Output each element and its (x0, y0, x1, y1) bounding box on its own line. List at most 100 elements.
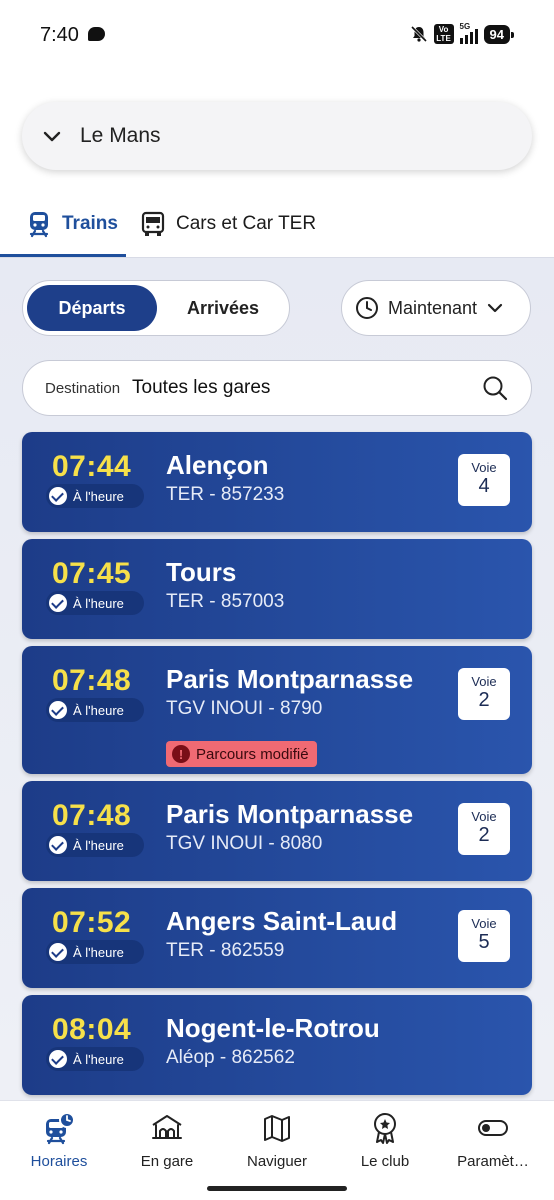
badge-icon (374, 1113, 396, 1144)
status-bar: 7:40 Vo LTE 5G 94 (0, 0, 554, 70)
destination-name: Angers Saint-Laud (166, 906, 398, 936)
tab-cars[interactable]: Cars et Car TER (140, 190, 316, 258)
home-indicator[interactable] (207, 1186, 347, 1191)
map-icon (264, 1115, 290, 1142)
status-badge: À l'heure (46, 591, 144, 615)
time-filter-dropdown[interactable]: Maintenant (341, 280, 531, 336)
status-text: À l'heure (73, 702, 124, 718)
platform-label: Voie (471, 916, 497, 931)
bus-icon (141, 211, 165, 236)
station-selector[interactable]: Le Mans (22, 102, 532, 170)
station-name: Le Mans (80, 124, 161, 147)
platform-number: 5 (478, 931, 490, 953)
platform-badge: Voie 4 (458, 454, 510, 506)
platform-label: Voie (471, 674, 497, 689)
alert-icon: ! (172, 745, 190, 763)
train-number: TGV INOUI - 8080 (166, 833, 323, 854)
departure-time: 08:04 (52, 1013, 132, 1046)
train-number: TER - 857233 (166, 484, 285, 505)
check-circle-icon (49, 701, 67, 719)
nav-en-gare[interactable]: En gare (112, 1111, 222, 1170)
chevron-down-icon (487, 303, 503, 313)
nav-horaires[interactable]: Horaires (4, 1111, 114, 1170)
check-circle-icon (49, 594, 67, 612)
train-number: TER - 862559 (166, 940, 285, 961)
alert-text: Parcours modifié (196, 745, 309, 763)
nav-le-club[interactable]: Le club (330, 1111, 440, 1170)
nav-en-gare-label: En gare (140, 1153, 194, 1170)
destination-label: Destination (45, 379, 121, 397)
departure-card[interactable]: 07:48 À l'heure Paris Montparnasse TGV INOU… (22, 646, 532, 774)
train-icon (29, 212, 49, 238)
platform-label: Voie (471, 460, 497, 475)
departures-toggle[interactable]: Départs (27, 285, 157, 331)
schedule-train-icon (46, 1112, 75, 1145)
nav-parametres[interactable]: Paramèt… (438, 1111, 548, 1170)
volte-icon: Vo LTE (433, 24, 454, 44)
departure-time: 07:48 (52, 664, 132, 697)
status-text: À l'heure (73, 595, 124, 611)
check-circle-icon (49, 1050, 67, 1068)
platform-badge: Voie 2 (458, 803, 510, 855)
check-circle-icon (49, 943, 67, 961)
clock-icon (356, 297, 378, 319)
tab-cars-label: Cars et Car TER (176, 213, 317, 234)
direction-toggle: Départs Arrivées (22, 280, 290, 336)
bottom-navigation: Horaires En gare Naviguer Le club Paramè… (0, 1100, 554, 1200)
nav-le-club-label: Le club (360, 1153, 410, 1170)
destination-name: Alençon (166, 450, 269, 480)
signal-icon: 5G (459, 22, 478, 44)
status-badge: À l'heure (46, 484, 144, 508)
status-text: À l'heure (73, 944, 124, 960)
battery-icon: 94 (483, 24, 515, 44)
platform-number: 2 (478, 689, 490, 711)
nav-naviguer-label: Naviguer (246, 1153, 308, 1170)
departure-time: 07:44 (52, 450, 132, 483)
train-number: TER - 857003 (166, 591, 285, 612)
platform-number: 2 (478, 824, 490, 846)
status-time: 7:40 (40, 24, 79, 46)
bell-muted-icon (410, 25, 428, 43)
status-icons: Vo LTE 5G 94 (410, 22, 515, 46)
platform-badge: Voie 2 (458, 668, 510, 720)
status-text: À l'heure (73, 1051, 124, 1067)
train-number: Aléop - 862562 (166, 1047, 295, 1068)
departure-card[interactable]: 07:44 À l'heure Alençon TER - 857233 Voie 4 (22, 432, 532, 532)
status-badge: À l'heure (46, 1047, 144, 1071)
destination-name: Paris Montparnasse (166, 664, 414, 694)
status-badge: À l'heure (46, 940, 144, 964)
nav-naviguer[interactable]: Naviguer (222, 1111, 332, 1170)
check-circle-icon (49, 487, 67, 505)
nav-parametres-label: Paramèt… (457, 1153, 529, 1170)
status-text: À l'heure (73, 488, 124, 504)
arrivals-toggle[interactable]: Arrivées (159, 285, 287, 331)
destination-name: Tours (166, 557, 237, 587)
destination-name: Nogent-le-Rotrou (166, 1013, 380, 1043)
departure-card[interactable]: 07:45 À l'heure Tours TER - 857003 (22, 539, 532, 639)
search-icon[interactable] (481, 374, 509, 402)
station-icon (152, 1115, 182, 1139)
departure-time: 07:45 (52, 557, 132, 590)
departure-card[interactable]: 08:04 À l'heure Nogent-le-Rotrou Aléop - 86… (22, 995, 532, 1095)
toggle-icon (478, 1120, 508, 1136)
status-badge: À l'heure (46, 833, 144, 857)
platform-number: 4 (478, 475, 490, 497)
destination-filter[interactable]: Destination Toutes les gares (22, 360, 532, 416)
tab-trains[interactable]: Trains (0, 190, 126, 258)
platform-label: Voie (471, 809, 497, 824)
status-badge: À l'heure (46, 698, 144, 722)
departure-time: 07:52 (52, 906, 132, 939)
destination-name: Paris Montparnasse (166, 799, 414, 829)
train-number: TGV INOUI - 8790 (166, 698, 323, 719)
platform-badge: Voie 5 (458, 910, 510, 962)
destination-value: Toutes les gares (132, 377, 271, 398)
status-text: À l'heure (73, 837, 124, 853)
nav-horaires-label: Horaires (30, 1153, 88, 1170)
mode-tabs: Trains Cars et Car TER (0, 190, 554, 258)
time-filter-label: Maintenant (388, 297, 478, 318)
departure-card[interactable]: 07:48 À l'heure Paris Montparnasse TGV INOU… (22, 781, 532, 881)
departures-panel: Départs Arrivées Maintenant Destination … (0, 258, 554, 1100)
alert-badge: ! Parcours modifié (166, 741, 317, 767)
departure-card[interactable]: 07:52 À l'heure Angers Saint-Laud TER - 862… (22, 888, 532, 988)
chat-notification-icon (88, 27, 105, 41)
